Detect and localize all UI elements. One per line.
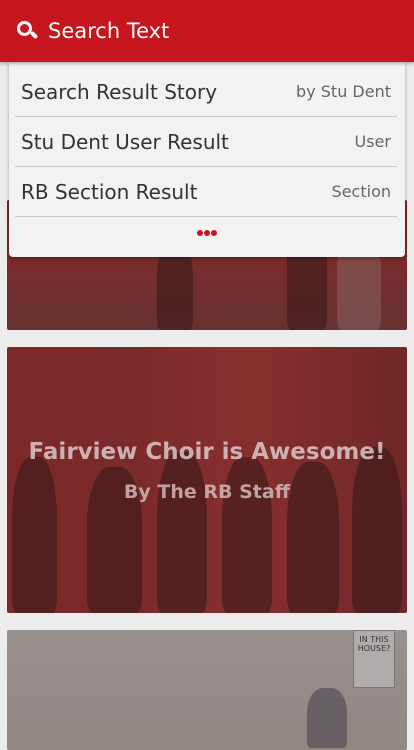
result-type: User	[354, 132, 391, 151]
more-dots-icon[interactable]	[9, 230, 405, 236]
search-result-section[interactable]: RB Section Result Section	[15, 167, 397, 217]
result-label: Search Result Story	[21, 79, 218, 104]
story-headline[interactable]: Fairview Choir is Awesome!	[7, 439, 407, 465]
result-type: Section	[331, 182, 391, 201]
story-card[interactable]: Fairview Choir is Awesome! By The RB Sta…	[7, 347, 407, 613]
story-byline: By The RB Staff	[123, 481, 291, 503]
result-label: Stu Dent User Result	[21, 129, 229, 154]
search-icon[interactable]	[16, 20, 39, 42]
search-result-user[interactable]: Stu Dent User Result User	[15, 117, 397, 167]
search-result-story[interactable]: Search Result Story by Stu Dent	[15, 67, 397, 117]
story-card[interactable]: IN THIS HOUSE?	[7, 630, 407, 750]
search-bar[interactable]: Search Text	[0, 0, 414, 62]
search-input-text[interactable]: Search Text	[48, 19, 169, 43]
result-type: by Stu Dent	[296, 82, 391, 101]
search-results-dropdown: Search Result Story by Stu Dent Stu Dent…	[9, 62, 405, 257]
result-label: RB Section Result	[21, 179, 198, 204]
